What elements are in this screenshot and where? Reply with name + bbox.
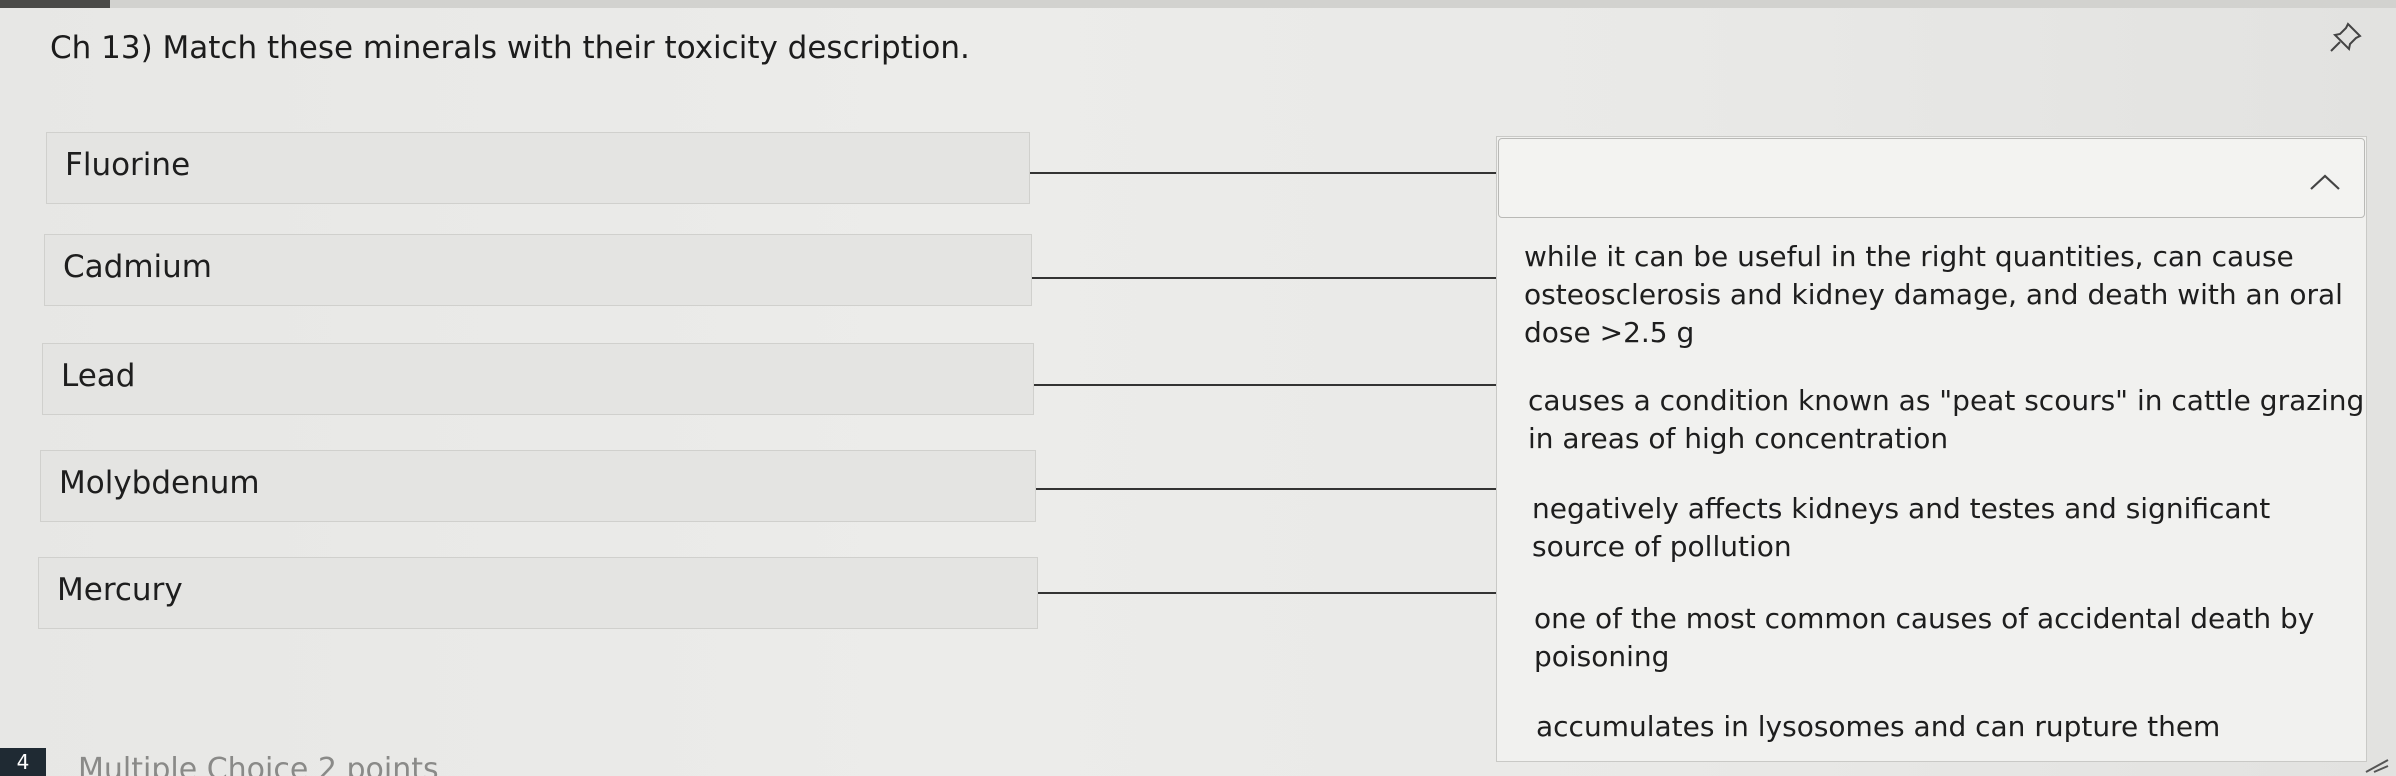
connector-line (1036, 488, 1500, 490)
dropdown-option[interactable]: one of the most common causes of acciden… (1534, 600, 2374, 676)
connector-line (1034, 384, 1500, 386)
term-molybdenum: Molybdenum (40, 450, 1036, 522)
question-title: Ch 13) Match these minerals with their t… (50, 30, 970, 66)
connector-line (1038, 592, 1500, 594)
dropdown-option[interactable]: accumulates in lysosomes and can rupture… (1536, 708, 2376, 746)
dropdown-option[interactable]: while it can be useful in the right quan… (1524, 238, 2364, 352)
connector-line (1032, 277, 1500, 279)
term-label: Mercury (57, 572, 183, 608)
connector-line (1030, 172, 1500, 174)
next-question-label: Multiple Choice 2 points (78, 752, 439, 776)
pin-icon[interactable] (2326, 18, 2366, 58)
term-label: Fluorine (65, 147, 191, 183)
resize-handle-icon[interactable] (2362, 752, 2392, 776)
term-mercury: Mercury (38, 557, 1038, 629)
term-label: Molybdenum (59, 465, 260, 501)
dropdown-option[interactable]: causes a condition known as "peat scours… (1528, 382, 2368, 458)
term-label: Cadmium (63, 249, 212, 285)
chevron-up-icon[interactable] (2308, 172, 2342, 192)
dropdown-option[interactable]: negatively affects kidneys and testes an… (1532, 490, 2372, 566)
top-strip (0, 0, 2396, 8)
question-number-badge: 4 (0, 748, 46, 776)
term-fluorine: Fluorine (46, 132, 1030, 204)
answer-dropdown-select[interactable] (1498, 138, 2365, 218)
term-label: Lead (61, 358, 136, 394)
term-lead: Lead (42, 343, 1034, 415)
term-cadmium: Cadmium (44, 234, 1032, 306)
top-strip-tab (0, 0, 110, 8)
